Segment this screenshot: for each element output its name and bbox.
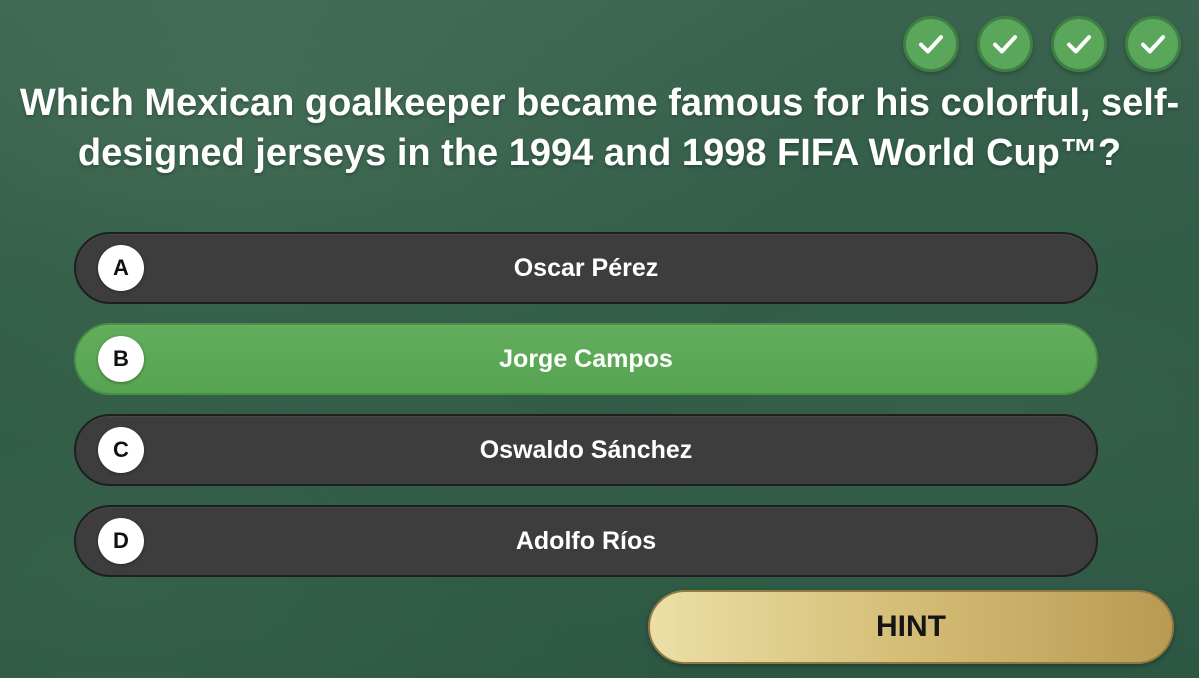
answer-letter-badge: B [98, 336, 144, 382]
progress-check-1 [903, 16, 959, 72]
question-line-1: Which Mexican goalkeeper became famous f… [19, 82, 1180, 124]
progress-check-2 [977, 16, 1033, 72]
answer-option-d[interactable]: D Adolfo Ríos [74, 505, 1098, 577]
answer-text: Adolfo Ríos [515, 526, 657, 555]
answer-letter-badge: A [98, 245, 144, 291]
question-line-2: designed jerseys in the 1994 and 1998 FI… [77, 132, 1122, 174]
check-icon [993, 35, 1017, 54]
progress-indicators [903, 16, 1181, 72]
answer-text: Oscar Pérez [513, 253, 659, 282]
answer-text: Oswaldo Sánchez [479, 435, 693, 464]
quiz-screen: Which Mexican goalkeeper became famous f… [0, 0, 1199, 678]
hint-button[interactable]: HINT [648, 590, 1174, 664]
answer-option-c[interactable]: C Oswaldo Sánchez [74, 414, 1098, 486]
answer-text: Jorge Campos [499, 344, 673, 373]
check-icon [1067, 35, 1091, 54]
answer-list: A Oscar Pérez B Jorge Campos C Oswaldo S… [74, 232, 1098, 596]
check-icon [1141, 35, 1165, 54]
progress-check-3 [1051, 16, 1107, 72]
check-icon [919, 35, 943, 54]
answer-option-a[interactable]: A Oscar Pérez [74, 232, 1098, 304]
answer-option-b[interactable]: B Jorge Campos [74, 323, 1098, 395]
question-text: Which Mexican goalkeeper became famous f… [0, 78, 1199, 178]
progress-check-4 [1125, 16, 1181, 72]
hint-label: HINT [876, 610, 946, 643]
answer-letter-badge: D [98, 518, 144, 564]
answer-letter-badge: C [98, 427, 144, 473]
